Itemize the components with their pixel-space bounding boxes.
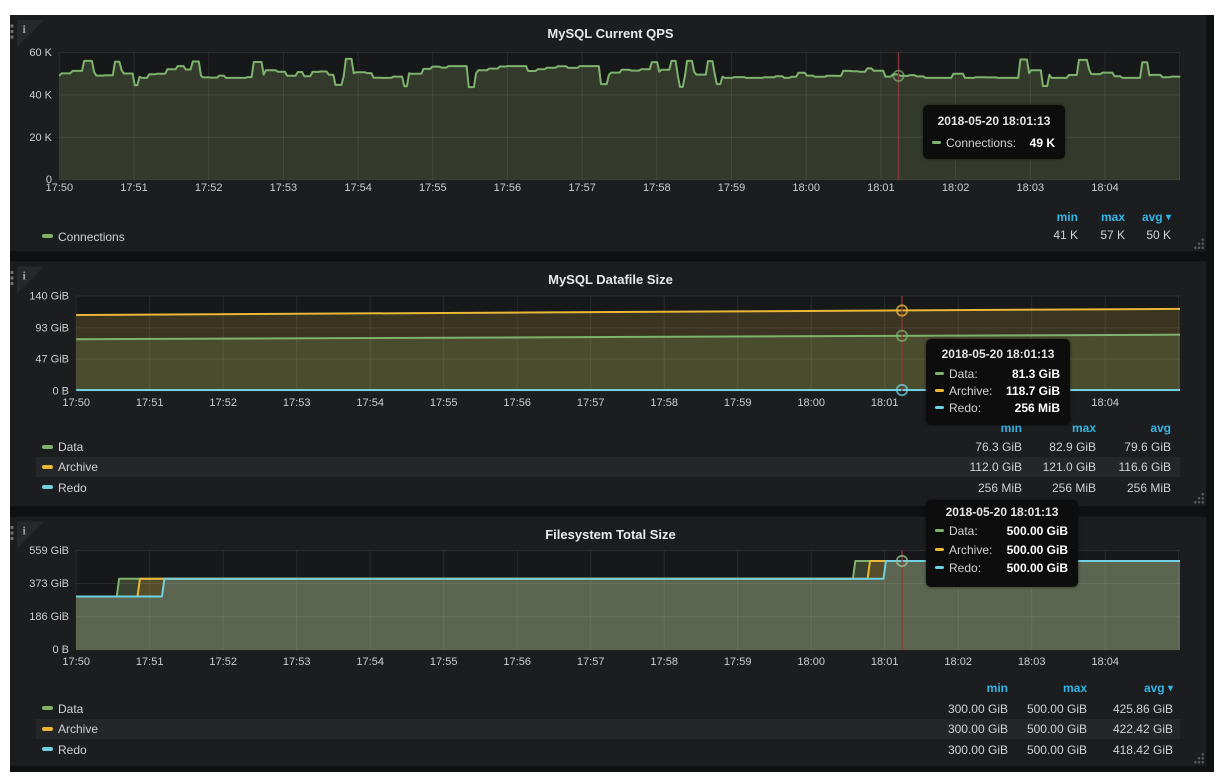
svg-text:18:03: 18:03	[1017, 182, 1045, 194]
svg-text:40 K: 40 K	[29, 89, 52, 101]
svg-text:18:01: 18:01	[871, 656, 899, 668]
svg-text:17:58: 17:58	[650, 656, 678, 668]
svg-text:20 K: 20 K	[29, 132, 52, 144]
svg-text:186 GiB: 186 GiB	[29, 611, 69, 623]
svg-text:17:55: 17:55	[419, 182, 447, 194]
svg-text:17:56: 17:56	[494, 182, 522, 194]
svg-text:18:00: 18:00	[797, 397, 825, 409]
svg-text:17:55: 17:55	[430, 397, 458, 409]
svg-text:17:53: 17:53	[283, 656, 311, 668]
svg-text:17:53: 17:53	[270, 182, 298, 194]
svg-text:18:02: 18:02	[944, 656, 972, 668]
svg-text:17:57: 17:57	[577, 397, 605, 409]
svg-text:17:52: 17:52	[195, 182, 223, 194]
svg-text:17:58: 17:58	[650, 397, 678, 409]
svg-text:18:02: 18:02	[942, 182, 970, 194]
svg-text:17:54: 17:54	[356, 656, 384, 668]
svg-text:140 GiB: 140 GiB	[29, 291, 69, 303]
svg-text:373 GiB: 373 GiB	[29, 578, 69, 590]
svg-text:17:50: 17:50	[62, 656, 90, 668]
svg-text:0: 0	[46, 174, 52, 186]
svg-text:17:59: 17:59	[718, 182, 746, 194]
svg-text:17:58: 17:58	[643, 182, 671, 194]
svg-text:17:52: 17:52	[209, 397, 237, 409]
svg-text:17:51: 17:51	[136, 397, 164, 409]
svg-text:17:57: 17:57	[577, 656, 605, 668]
svg-text:17:51: 17:51	[136, 656, 164, 668]
svg-text:17:55: 17:55	[430, 656, 458, 668]
svg-text:18:04: 18:04	[1091, 656, 1119, 668]
svg-text:18:04: 18:04	[1091, 397, 1119, 409]
svg-text:18:01: 18:01	[871, 397, 899, 409]
svg-text:60 K: 60 K	[29, 47, 52, 59]
svg-text:18:00: 18:00	[797, 656, 825, 668]
svg-text:17:56: 17:56	[503, 656, 531, 668]
svg-text:0 B: 0 B	[52, 386, 69, 398]
svg-text:17:52: 17:52	[209, 656, 237, 668]
svg-text:17:59: 17:59	[724, 397, 752, 409]
svg-text:18:03: 18:03	[1018, 656, 1046, 668]
svg-text:17:59: 17:59	[724, 656, 752, 668]
svg-text:17:54: 17:54	[344, 182, 372, 194]
svg-text:559 GiB: 559 GiB	[29, 545, 69, 557]
svg-text:17:53: 17:53	[283, 397, 311, 409]
svg-text:18:04: 18:04	[1091, 182, 1119, 194]
svg-text:18:01: 18:01	[867, 182, 895, 194]
svg-text:0 B: 0 B	[52, 644, 69, 656]
svg-text:17:54: 17:54	[356, 397, 384, 409]
svg-text:93 GiB: 93 GiB	[35, 322, 69, 334]
svg-text:17:51: 17:51	[120, 182, 148, 194]
svg-text:17:57: 17:57	[568, 182, 596, 194]
svg-text:17:56: 17:56	[503, 397, 531, 409]
svg-text:17:50: 17:50	[62, 397, 90, 409]
svg-text:47 GiB: 47 GiB	[35, 354, 69, 366]
svg-text:18:00: 18:00	[792, 182, 820, 194]
